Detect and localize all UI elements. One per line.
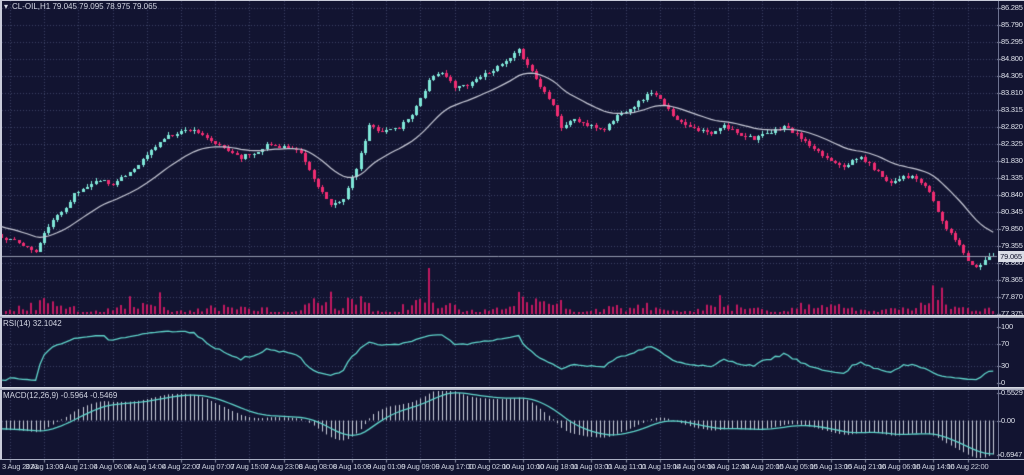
rsi-axis-label: 30: [1001, 361, 1009, 370]
price-axis-label: 85.295: [1001, 37, 1023, 46]
time-axis-label: 4 Aug 14:00: [128, 462, 166, 471]
time-axis-label: 9 Aug 09:00: [401, 462, 439, 471]
time-axis-label: 7 Aug 07:00: [196, 462, 234, 471]
price-axis-label: 84.305: [1001, 71, 1023, 80]
window-top-border: [0, 0, 1024, 1]
price-axis-label: 83.810: [1001, 88, 1023, 97]
price-axis-label: 81.335: [1001, 173, 1023, 182]
price-axis-label: 80.345: [1001, 207, 1023, 216]
main-rsi-panel-separator[interactable]: [0, 315, 1024, 318]
current-price-tag: 79.065: [998, 251, 1024, 262]
price-axis-label: 77.870: [1001, 292, 1023, 301]
time-axis-label: 3 Aug 13:00: [25, 462, 63, 471]
time-axis-label: 7 Aug 15:00: [230, 462, 268, 471]
price-axis-label: 79.850: [1001, 224, 1023, 233]
time-axis-label: 8 Aug 08:00: [299, 462, 337, 471]
time-axis-label: 9 Aug 01:00: [367, 462, 405, 471]
time-axis-label: 3 Aug 21:00: [59, 462, 97, 471]
time-axis-label: 8 Aug 16:00: [333, 462, 371, 471]
price-axis-label: 85.790: [1001, 20, 1023, 29]
macd-axis-label: 0.00: [1001, 416, 1015, 425]
rsi-indicator-label: RSI(14) 32.1042: [3, 319, 62, 329]
time-axis-label: 7 Aug 23:00: [265, 462, 303, 471]
time-axis-label: 16 Aug 22:00: [947, 462, 989, 471]
chart-ohlc-title: CL-OIL,H1 79.045 79.095 78.975 79.065: [12, 2, 157, 12]
price-axis-label: 82.820: [1001, 122, 1023, 131]
price-axis-label: 86.285: [1001, 3, 1023, 12]
price-axis-label: 79.355: [1001, 241, 1023, 250]
macd-indicator-label: MACD(12,26,9) -0.5964 -0.5469: [3, 391, 117, 401]
macd-axis-label: 0.5529: [1001, 388, 1023, 397]
price-axis-label: 83.315: [1001, 105, 1023, 114]
price-chart-canvas[interactable]: [0, 0, 1024, 475]
price-axis[interactable]: 86.285 85.790 85.295 84.800 84.305 83.810 83.3…: [997, 0, 1024, 459]
price-axis-label: 84.800: [1001, 54, 1023, 63]
price-axis-label: 77.375: [1001, 309, 1023, 318]
chart-title: ▾ CL-OIL,H1 79.045 79.095 78.975 79.065: [4, 2, 157, 12]
chart-dropdown-icon: ▾: [4, 2, 8, 12]
price-axis-label: 78.365: [1001, 275, 1023, 284]
price-axis-label: 80.840: [1001, 190, 1023, 199]
price-axis-label: 82.325: [1001, 139, 1023, 148]
price-axis-label: 81.830: [1001, 156, 1023, 165]
time-axis[interactable]: 3 Aug 20233 Aug 13:003 Aug 21:004 Aug 06…: [0, 459, 1024, 475]
rsi-axis-label: 70: [1001, 339, 1009, 348]
macd-axis-label: -0.6947: [998, 450, 1022, 459]
trading-chart-window: ▾ CL-OIL,H1 79.045 79.095 78.975 79.065 …: [0, 0, 1024, 475]
time-axis-label: 4 Aug 06:00: [94, 462, 132, 471]
rsi-axis-label: 0: [1001, 378, 1005, 387]
window-left-border: [0, 0, 2, 459]
rsi-macd-panel-separator[interactable]: [0, 387, 1024, 390]
rsi-axis-label: 100: [1001, 322, 1013, 331]
time-axis-label: 4 Aug 22:00: [162, 462, 200, 471]
